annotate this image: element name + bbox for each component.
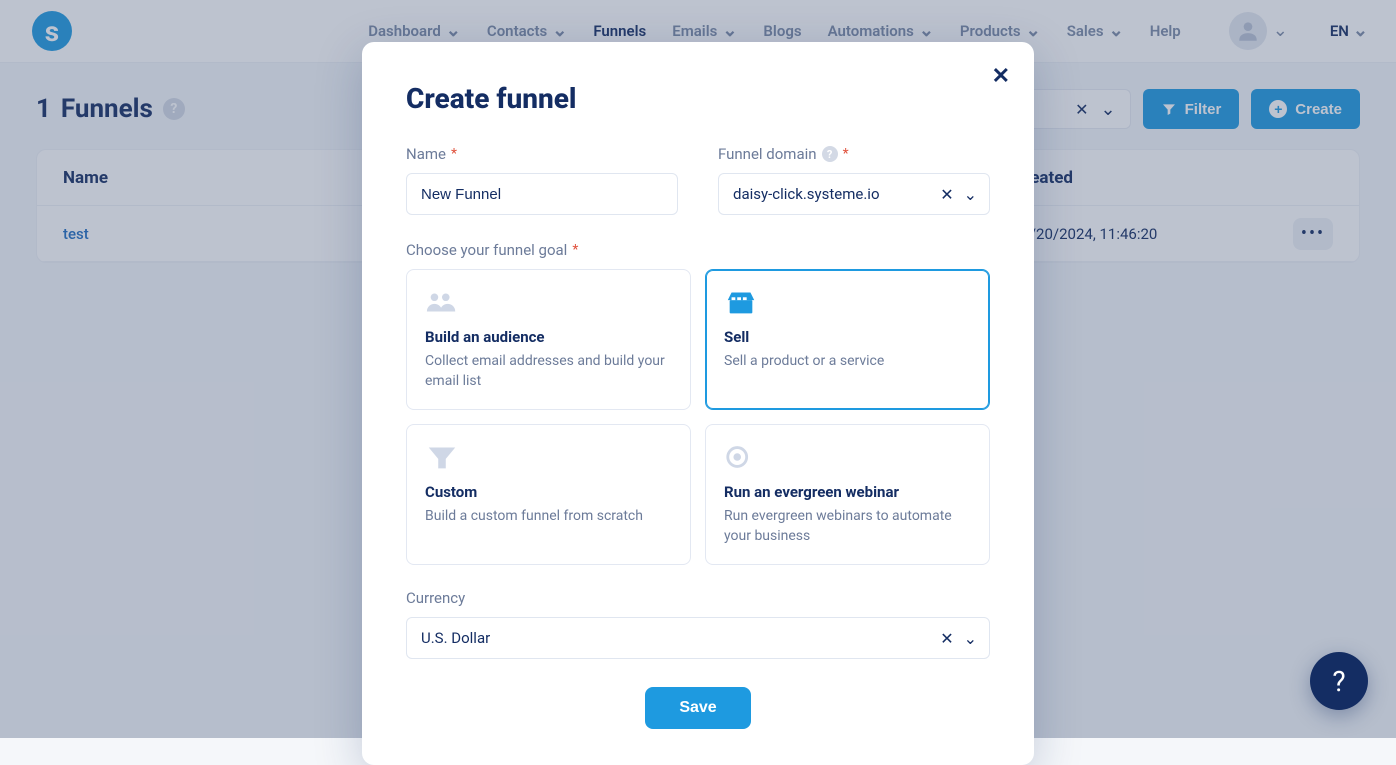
goal-title: Build an audience bbox=[425, 328, 672, 346]
goal-build-audience[interactable]: Build an audience Collect email addresse… bbox=[406, 269, 691, 410]
currency-label: Currency bbox=[406, 589, 990, 607]
clear-icon[interactable]: ✕ bbox=[940, 629, 953, 648]
goal-desc: Run evergreen webinars to automate your … bbox=[724, 507, 971, 546]
required-mark: * bbox=[572, 242, 578, 258]
name-field: Name* bbox=[406, 145, 678, 215]
clear-icon[interactable]: ✕ bbox=[940, 185, 953, 204]
currency-value: U.S. Dollar bbox=[421, 629, 930, 647]
name-label: Name* bbox=[406, 145, 678, 163]
save-button[interactable]: Save bbox=[645, 687, 750, 729]
goal-desc: Sell a product or a service bbox=[724, 352, 971, 372]
funnel-icon bbox=[425, 443, 672, 473]
close-icon[interactable]: ✕ bbox=[992, 64, 1010, 89]
required-mark: * bbox=[843, 146, 849, 162]
domain-value: daisy-click.systeme.io bbox=[733, 185, 930, 203]
domain-field: Funnel domain ? * daisy-click.systeme.io… bbox=[718, 145, 990, 215]
chevron-down-icon[interactable]: ⌄ bbox=[964, 185, 977, 204]
modal-title: Create funnel bbox=[406, 82, 990, 115]
goal-webinar[interactable]: Run an evergreen webinar Run evergreen w… bbox=[705, 424, 990, 565]
help-fab[interactable]: ? bbox=[1310, 652, 1368, 710]
required-mark: * bbox=[451, 146, 457, 162]
goal-section: Choose your funnel goal* Build an audien… bbox=[406, 241, 990, 565]
help-icon[interactable]: ? bbox=[822, 146, 838, 162]
goal-title: Sell bbox=[724, 328, 971, 346]
goal-sell[interactable]: Sell Sell a product or a service bbox=[705, 269, 990, 410]
store-icon bbox=[724, 288, 971, 318]
goal-label: Choose your funnel goal* bbox=[406, 241, 990, 259]
currency-select[interactable]: U.S. Dollar ✕ ⌄ bbox=[406, 617, 990, 659]
goal-title: Run an evergreen webinar bbox=[724, 483, 971, 501]
goal-custom[interactable]: Custom Build a custom funnel from scratc… bbox=[406, 424, 691, 565]
goal-title: Custom bbox=[425, 483, 672, 501]
audience-icon bbox=[425, 288, 672, 318]
chevron-down-icon[interactable]: ⌄ bbox=[964, 629, 977, 648]
domain-label: Funnel domain ? * bbox=[718, 145, 990, 163]
create-funnel-modal: ✕ Create funnel Name* Funnel domain ? * … bbox=[362, 42, 1034, 765]
goal-grid: Build an audience Collect email addresse… bbox=[406, 269, 990, 565]
goal-desc: Collect email addresses and build your e… bbox=[425, 352, 672, 391]
form-row: Name* Funnel domain ? * daisy-click.syst… bbox=[406, 145, 990, 215]
currency-field: Currency U.S. Dollar ✕ ⌄ bbox=[406, 589, 990, 659]
domain-select[interactable]: daisy-click.systeme.io ✕ ⌄ bbox=[718, 173, 990, 215]
name-input[interactable] bbox=[406, 173, 678, 215]
goal-desc: Build a custom funnel from scratch bbox=[425, 507, 672, 527]
webinar-icon bbox=[724, 443, 971, 473]
